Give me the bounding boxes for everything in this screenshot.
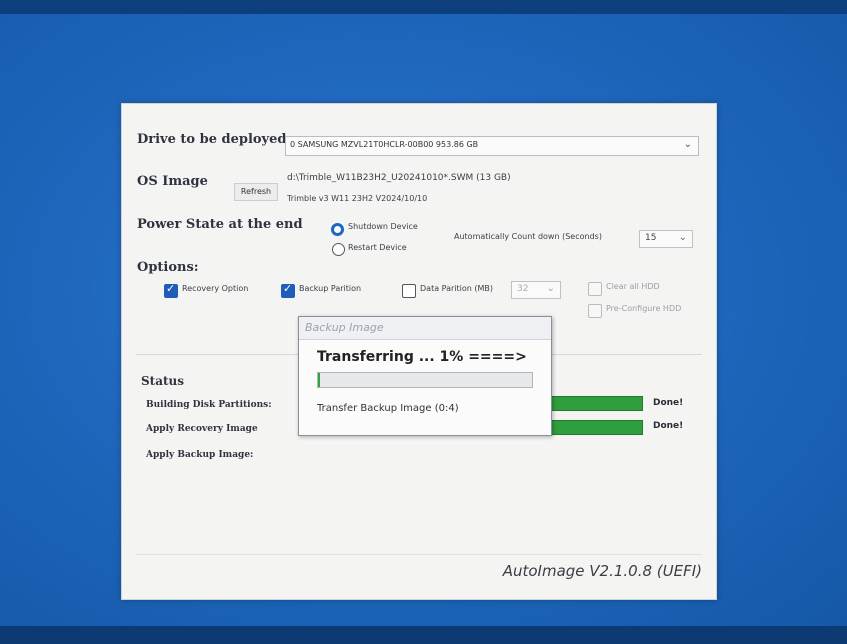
status-label: Status — [141, 374, 185, 388]
data-size-value: 32 — [517, 284, 529, 294]
screen-bezel-top — [0, 0, 847, 14]
status-row-label: Building Disk Partitions: — [146, 400, 272, 410]
countdown-label: Automatically Count down (Seconds) — [454, 232, 602, 241]
recovery-checkbox[interactable] — [164, 282, 178, 298]
shutdown-radio[interactable] — [331, 223, 344, 236]
chevron-down-icon: ⌄ — [678, 232, 687, 243]
data-partition-checkbox[interactable] — [402, 284, 416, 298]
refresh-button[interactable]: Refresh — [234, 183, 278, 201]
restart-radio[interactable] — [332, 243, 345, 256]
backup-label: Backup Parition — [299, 284, 362, 293]
clear-hdd-checkbox[interactable] — [588, 282, 602, 296]
backup-checkbox[interactable] — [281, 282, 295, 298]
backup-image-dialog: Backup Image Transferring ... 1% ====> T… — [298, 316, 552, 436]
shutdown-label: Shutdown Device — [348, 222, 418, 231]
status-row-label: Apply Backup Image: — [146, 450, 254, 460]
status-row-label: Apply Recovery Image — [146, 424, 258, 434]
clear-hdd-label: Clear all HDD — [606, 282, 660, 291]
drive-select-value: 0 SAMSUNG MZVL21T0HCLR-00B00 953.86 GB — [290, 140, 479, 149]
os-image-label: OS Image — [137, 174, 208, 189]
drive-label: Drive to be deployed — [137, 132, 287, 147]
dialog-title-bar: Backup Image — [299, 317, 551, 340]
preconfigure-hdd-label: Pre-Configure HDD — [606, 304, 682, 313]
dialog-heading: Transferring ... 1% ====> — [317, 349, 527, 365]
power-state-label: Power State at the end — [137, 217, 303, 232]
footer-divider — [136, 554, 702, 555]
restart-label: Restart Device — [348, 243, 407, 252]
dialog-message: Transfer Backup Image (0:4) — [317, 403, 459, 414]
options-label: Options: — [137, 260, 199, 275]
data-size-select[interactable]: 32 ⌄ — [511, 281, 561, 299]
os-image-path: d:\Trimble_W11B23H2_U20241010*.SWM (13 G… — [287, 173, 511, 183]
dialog-title: Backup Image — [305, 321, 384, 334]
data-partition-label: Data Parition (MB) — [420, 284, 494, 293]
recovery-label: Recovery Option — [182, 284, 249, 293]
countdown-value: 15 — [645, 233, 657, 243]
status-row-state: Done! — [653, 421, 684, 431]
drive-select[interactable]: 0 SAMSUNG MZVL21T0HCLR-00B00 953.86 GB ⌄ — [285, 136, 699, 156]
preconfigure-hdd-checkbox[interactable] — [588, 304, 602, 318]
countdown-select[interactable]: 15 ⌄ — [639, 230, 693, 248]
version-label: AutoImage V2.1.0.8 (UEFI) — [502, 562, 702, 580]
chevron-down-icon: ⌄ — [683, 139, 692, 150]
os-image-description: Trimble v3 W11 23H2 V2024/10/10 — [287, 194, 428, 203]
status-row-state: Done! — [653, 398, 684, 408]
dialog-progress-bar — [317, 372, 533, 388]
screen-bezel-bottom — [0, 626, 847, 644]
dialog-progress-fill — [318, 373, 320, 387]
autoimage-window: Drive to be deployed 0 SAMSUNG MZVL21T0H… — [121, 103, 717, 600]
chevron-down-icon: ⌄ — [546, 283, 555, 294]
